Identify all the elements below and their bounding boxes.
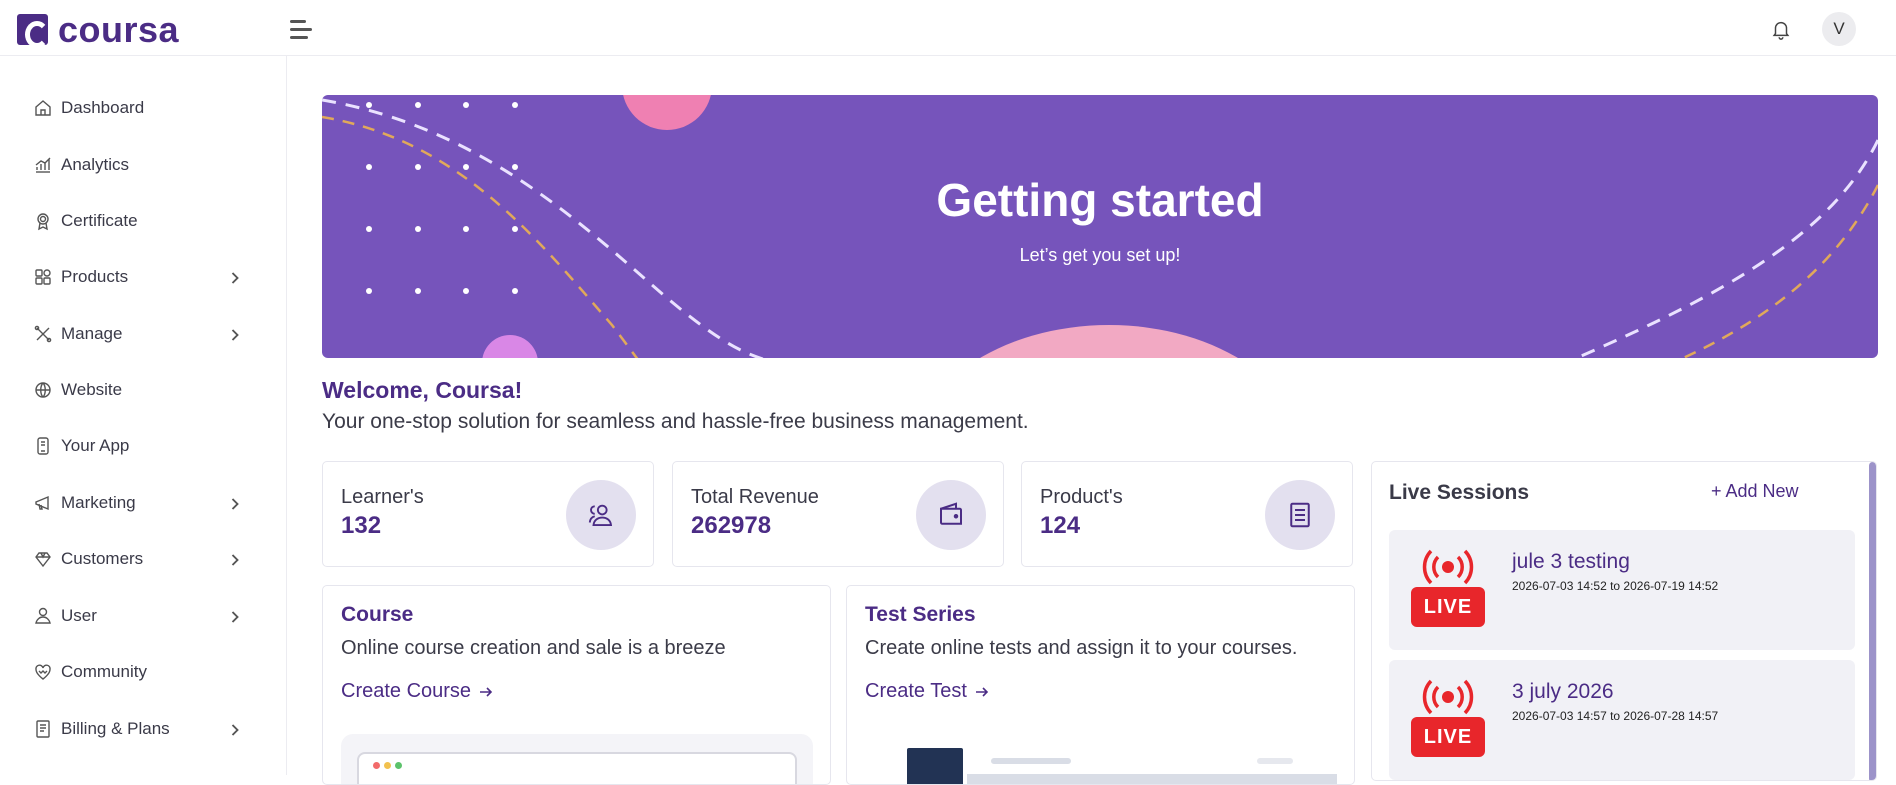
- sidebar-item-website[interactable]: Website: [33, 375, 253, 405]
- course-preview-image: [341, 734, 813, 784]
- bell-icon[interactable]: [1770, 17, 1792, 41]
- create-test-link[interactable]: Create Test: [865, 680, 990, 703]
- arrow-right-icon: [975, 686, 989, 697]
- products-icon: [35, 269, 51, 285]
- welcome-subtitle: Your one-stop solution for seamless and …: [322, 410, 1029, 433]
- sidebar-item-label: Website: [61, 380, 123, 399]
- chevron-right-icon: [231, 724, 239, 736]
- sidebar-item-manage[interactable]: Manage: [33, 319, 253, 349]
- stat-card-revenue: Total Revenue 262978: [672, 461, 1004, 567]
- sidebar-item-customers[interactable]: Customers: [33, 544, 253, 574]
- link-label: Create Test: [865, 680, 967, 702]
- globe-icon: [35, 382, 51, 398]
- users-icon: [566, 480, 636, 550]
- stat-card-learners: Learner's 132: [322, 461, 654, 567]
- live-badge-icon: LIVE: [1411, 547, 1485, 627]
- chevron-right-icon: [231, 554, 239, 566]
- sidebar-item-label: Manage: [61, 324, 123, 343]
- live-sessions-title: Live Sessions: [1389, 481, 1530, 504]
- live-session-item[interactable]: LIVE jule 3 testing 2026-07-03 14:52 to …: [1389, 530, 1855, 650]
- sidebar-item-label: Products: [61, 267, 129, 286]
- sidebar-item-products[interactable]: Products: [33, 262, 253, 292]
- analytics-icon: [35, 157, 51, 173]
- avatar[interactable]: V: [1822, 12, 1856, 46]
- live-sessions-panel: Live Sessions + Add New LIVE jule 3 test…: [1371, 461, 1877, 781]
- sidebar: Dashboard Analytics Certificate Products…: [0, 56, 287, 775]
- certificate-icon: [37, 213, 49, 231]
- stat-value: 132: [341, 512, 382, 539]
- chevron-right-icon: [231, 329, 239, 341]
- arrow-right-icon: [480, 686, 493, 697]
- sidebar-item-your-app[interactable]: Your App: [33, 431, 253, 461]
- brand-name: coursa: [58, 9, 180, 50]
- sidebar-item-community[interactable]: Community: [33, 657, 253, 687]
- brand-logo[interactable]: coursa: [17, 9, 180, 50]
- hero-banner: Getting started Let’s get you set up!: [322, 95, 1878, 358]
- create-course-link[interactable]: Create Course: [341, 680, 494, 703]
- session-name: jule 3 testing: [1512, 550, 1630, 573]
- logo-mark-icon: [17, 14, 49, 48]
- mobile-icon: [37, 437, 49, 455]
- live-session-item[interactable]: LIVE 3 july 2026 2026-07-03 14:57 to 202…: [1389, 660, 1855, 780]
- user-icon: [35, 607, 51, 624]
- live-badge-label: LIVE: [1423, 726, 1473, 748]
- session-name: 3 july 2026: [1512, 680, 1614, 703]
- chevron-right-icon: [231, 272, 239, 284]
- customers-icon: [35, 552, 51, 568]
- sidebar-item-label: Analytics: [61, 155, 130, 174]
- stat-value: 124: [1040, 512, 1081, 539]
- scrollbar[interactable]: [1869, 462, 1876, 780]
- sidebar-item-certificate[interactable]: Certificate: [33, 206, 253, 236]
- stat-label: Total Revenue: [691, 486, 819, 508]
- sidebar-item-label: Community: [61, 662, 147, 681]
- sidebar-item-label: Dashboard: [61, 98, 145, 117]
- community-icon: [35, 664, 51, 680]
- sidebar-item-label: Marketing: [61, 493, 136, 512]
- sidebar-item-label: Customers: [61, 549, 144, 568]
- hero-title: Getting started: [936, 174, 1264, 226]
- card-description: Create online tests and assign it to you…: [865, 637, 1298, 659]
- test-preview-image: [907, 748, 1337, 784]
- chevron-right-icon: [231, 611, 239, 623]
- card-title: Course: [341, 603, 414, 626]
- sidebar-item-marketing[interactable]: Marketing: [33, 488, 253, 518]
- menu-toggle-icon[interactable]: [290, 20, 314, 40]
- sidebar-item-label: Your App: [61, 436, 130, 455]
- live-badge-icon: LIVE: [1411, 677, 1485, 757]
- add-new-button[interactable]: + Add New: [1711, 481, 1799, 502]
- link-label: Create Course: [341, 680, 472, 702]
- tools-icon: [34, 325, 52, 343]
- session-time: 2026-07-03 14:52 to 2026-07-19 14:52: [1512, 579, 1719, 593]
- hero-subtitle: Let’s get you set up!: [1019, 245, 1181, 265]
- course-card: Course Online course creation and sale i…: [322, 585, 831, 785]
- welcome-title: Welcome, Coursa!: [322, 377, 523, 403]
- sidebar-item-label: User: [61, 606, 97, 625]
- stat-label: Learner's: [341, 486, 424, 508]
- home-icon: [35, 100, 51, 116]
- live-badge-label: LIVE: [1423, 596, 1473, 618]
- sidebar-item-analytics[interactable]: Analytics: [33, 150, 253, 180]
- marketing-icon: [35, 495, 49, 511]
- session-time: 2026-07-03 14:57 to 2026-07-28 14:57: [1512, 709, 1719, 723]
- sidebar-item-billing[interactable]: Billing & Plans: [33, 714, 253, 744]
- stat-label: Product's: [1040, 486, 1123, 508]
- sidebar-item-label: Certificate: [61, 211, 138, 230]
- billing-icon: [36, 720, 50, 738]
- sidebar-item-dashboard[interactable]: Dashboard: [33, 93, 253, 123]
- wallet-icon: [916, 480, 986, 550]
- sidebar-item-user[interactable]: User: [33, 601, 253, 631]
- card-title: Test Series: [865, 603, 976, 626]
- stat-card-products: Product's 124: [1021, 461, 1353, 567]
- book-icon: [1265, 480, 1335, 550]
- chevron-right-icon: [231, 498, 239, 510]
- stat-value: 262978: [691, 512, 772, 539]
- sidebar-item-label: Billing & Plans: [61, 719, 170, 738]
- top-bar: coursa V: [0, 0, 1896, 56]
- card-description: Online course creation and sale is a bre…: [341, 637, 726, 659]
- test-series-card: Test Series Create online tests and assi…: [846, 585, 1355, 785]
